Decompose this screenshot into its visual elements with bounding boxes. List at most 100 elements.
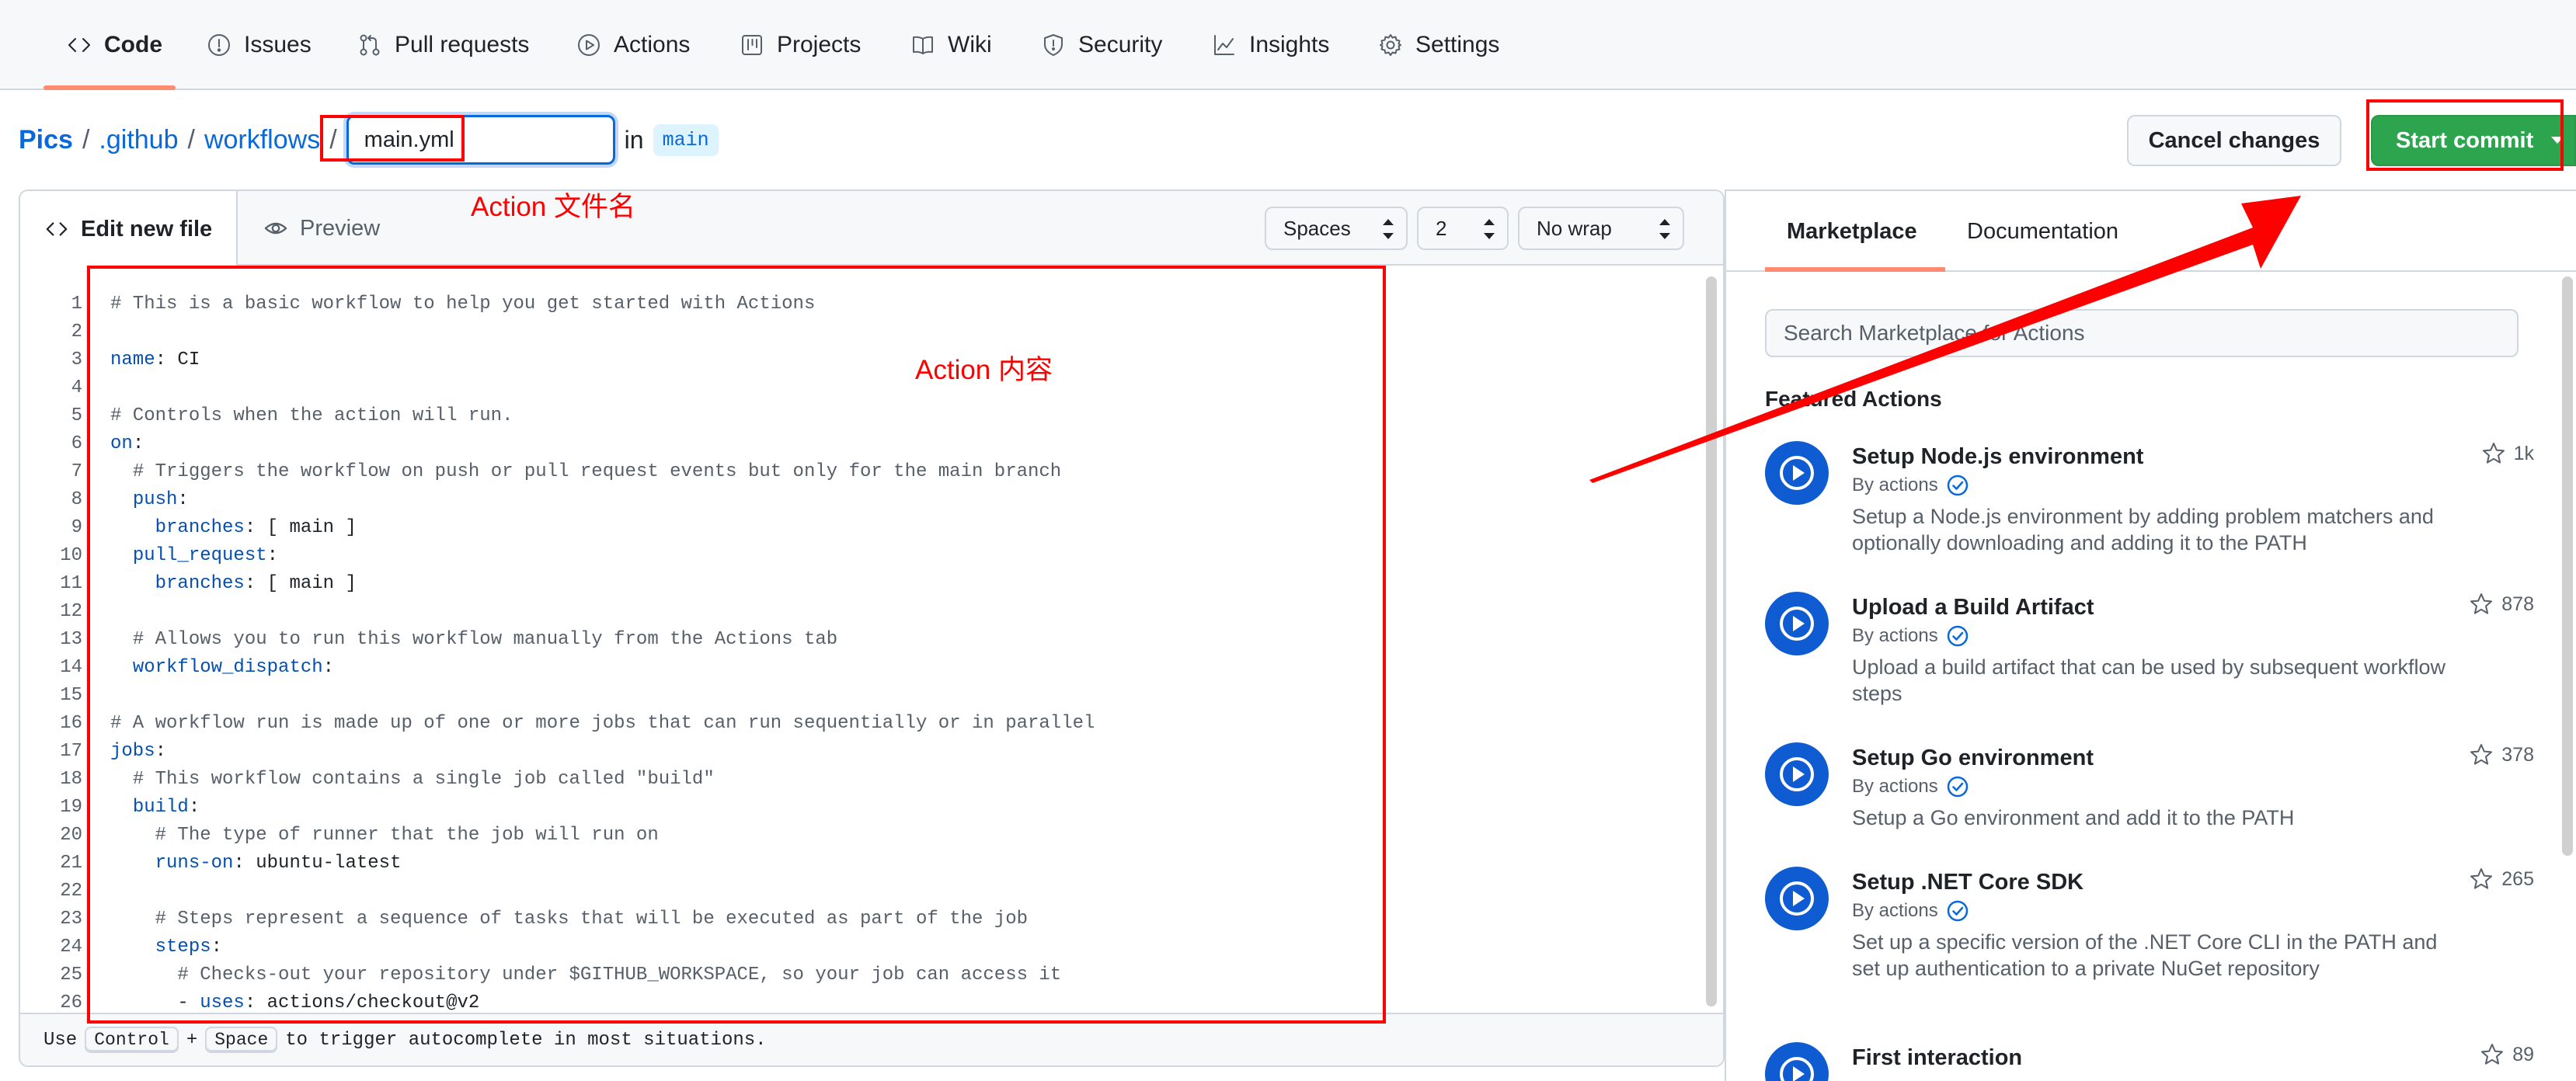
- yaml-comment: # A workflow run is made up of one or mo…: [110, 713, 1095, 734]
- wrap-mode-select[interactable]: No wrap: [1518, 207, 1684, 250]
- tab-label: Pull requests: [395, 32, 530, 57]
- yaml-value: : [ main ]: [244, 573, 357, 594]
- code-content[interactable]: # This is a basic workflow to help you g…: [110, 290, 1095, 1017]
- tab-code[interactable]: Code: [67, 0, 162, 90]
- yaml-value: :: [266, 545, 279, 566]
- issue-icon: [208, 34, 230, 56]
- action-name-link[interactable]: Setup Node.js environment: [1852, 444, 2143, 470]
- line-number-gutter: 1 2 3 4 5 6 7 8 9 10 11 12 13 14 15 16 17 18 19 20 21 22 23 24 2…: [20, 290, 82, 1017]
- action-name-link[interactable]: First interaction: [1852, 1045, 2022, 1071]
- verified-badge-check: [1951, 481, 1963, 490]
- line-number: 3: [71, 349, 82, 370]
- verified-badge-icon: [1947, 625, 1968, 647]
- star-count: 89: [2512, 1043, 2534, 1065]
- tab-issues[interactable]: Issues: [207, 0, 312, 90]
- repo-nav: Code Issues Pull requests Actions Projec…: [0, 0, 2576, 90]
- breadcrumb-github-dir-link[interactable]: .github: [99, 125, 178, 155]
- line-number: 18: [60, 769, 82, 790]
- star-icon: [2470, 744, 2493, 765]
- select-arrows-icon: [1383, 219, 1394, 239]
- star-count: 378: [2501, 743, 2534, 766]
- tab-documentation[interactable]: Documentation: [1967, 191, 2118, 272]
- breadcrumb-repo-link[interactable]: Pics: [19, 125, 73, 155]
- line-number: 15: [60, 685, 82, 706]
- action-logo-icon: [1765, 867, 1829, 930]
- line-number: 11: [60, 573, 82, 594]
- line-number: 1: [71, 294, 82, 315]
- control-key: Control: [85, 1027, 179, 1053]
- verified-badge-icon: [1947, 776, 1968, 798]
- action-description: Upload a build artifact that can be used…: [1852, 655, 2445, 705]
- tab-projects[interactable]: Projects: [740, 0, 861, 90]
- verified-badge-ring: [1947, 625, 1968, 647]
- code-line: name: CI: [110, 346, 1095, 374]
- pull-request-icon: [360, 34, 380, 56]
- yaml-value: :: [132, 433, 144, 454]
- tab-label: Edit new file: [81, 216, 213, 242]
- star-count: 265: [2501, 867, 2534, 890]
- action-name-link[interactable]: Setup .NET Core SDK: [1852, 870, 2083, 895]
- star-icon: [2470, 593, 2493, 614]
- breadcrumb-separator: /: [329, 124, 337, 155]
- marketplace-scrollbar[interactable]: [2562, 276, 2573, 856]
- action-name-link[interactable]: Setup Go environment: [1852, 746, 2094, 771]
- marketplace-search-input[interactable]: [1765, 309, 2519, 357]
- line-number: 25: [60, 965, 82, 985]
- code-line: # Allows you to run this workflow manual…: [110, 626, 1095, 654]
- line-number: 10: [60, 545, 82, 566]
- autocomplete-hint: Use Control + Space to trigger autocompl…: [20, 1013, 1723, 1065]
- tab-preview[interactable]: Preview: [264, 191, 380, 266]
- line-number: 23: [60, 909, 82, 930]
- editor-scrollbar[interactable]: [1706, 276, 1717, 1006]
- yaml-key: push: [132, 489, 178, 510]
- tab-pull-requests[interactable]: Pull requests: [357, 0, 529, 90]
- yaml-value: :: [188, 797, 200, 818]
- breadcrumb-workflows-dir-link[interactable]: workflows: [204, 125, 320, 155]
- tab-marketplace[interactable]: Marketplace: [1787, 191, 1917, 272]
- yaml-key: build: [132, 797, 189, 818]
- tab-settings[interactable]: Settings: [1378, 0, 1499, 90]
- star-icon: [2482, 443, 2505, 464]
- line-number: 13: [60, 629, 82, 650]
- yaml-value: :: [155, 741, 167, 762]
- hint-use: Use: [44, 1029, 78, 1051]
- active-tab-underline: [1765, 267, 1945, 272]
- indent-size-select[interactable]: 2: [1417, 207, 1509, 250]
- publisher-label: By actions: [1852, 900, 1938, 921]
- play-circle-icon: [578, 34, 600, 56]
- star-outline: [2481, 1044, 2504, 1065]
- tab-wiki[interactable]: Wiki: [910, 0, 992, 90]
- breadcrumb-separator: /: [82, 124, 90, 155]
- tab-security[interactable]: Security: [1041, 0, 1162, 90]
- tab-insights[interactable]: Insights: [1212, 0, 1329, 90]
- star-count: 1k: [2513, 442, 2534, 464]
- hint-plus: +: [186, 1029, 198, 1051]
- tab-actions[interactable]: Actions: [576, 0, 690, 90]
- verified-badge-ring: [1947, 776, 1968, 798]
- line-number: 2: [71, 322, 82, 342]
- line-number: 14: [60, 657, 82, 678]
- line-number: 8: [71, 489, 82, 510]
- action-name-link[interactable]: Upload a Build Artifact: [1852, 595, 2094, 620]
- tab-label: Security: [1078, 32, 1163, 57]
- yaml-value: :: [177, 489, 189, 510]
- start-commit-button[interactable]: Start commit: [2371, 115, 2576, 166]
- yaml-value: :: [322, 657, 335, 678]
- publisher-label: By actions: [1852, 625, 1938, 646]
- yaml-comment: # Allows you to run this workflow manual…: [132, 629, 838, 650]
- tab-edit-new-file[interactable]: Edit new file: [20, 191, 238, 267]
- code-line: on:: [110, 430, 1095, 458]
- action-stars: 89: [2480, 1042, 2534, 1067]
- filename-input[interactable]: [346, 115, 615, 165]
- yaml-comment: # Controls when the action will run.: [110, 405, 513, 426]
- code-editor[interactable]: 1 2 3 4 5 6 7 8 9 10 11 12 13 14 15 16 17 18 19 20 21 22 23 24 2…: [20, 267, 1723, 1016]
- yaml-comment: # Steps represent a sequence of tasks th…: [155, 909, 1028, 930]
- cancel-changes-button[interactable]: Cancel changes: [2127, 115, 2341, 166]
- indent-mode-select[interactable]: Spaces: [1265, 207, 1408, 250]
